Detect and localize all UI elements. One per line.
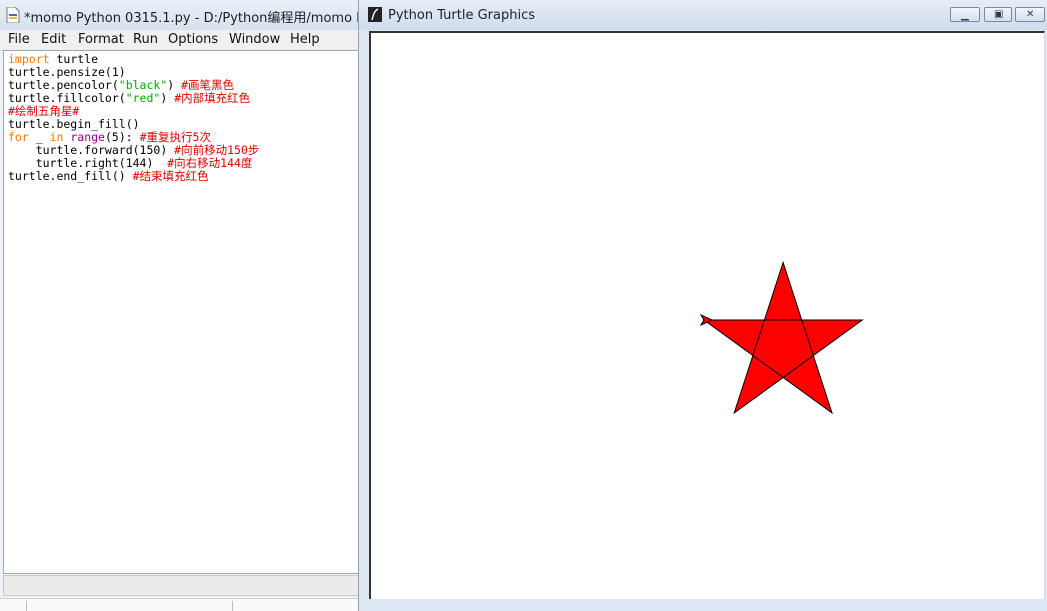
minimize-icon: ▁ — [961, 10, 969, 21]
menu-edit[interactable]: Edit — [41, 32, 66, 47]
code-token: _ — [28, 130, 50, 144]
code-token: "black" — [118, 78, 168, 92]
menu-file[interactable]: File — [8, 32, 30, 47]
code-line: turtle.right(144) #向右移动144度 — [8, 156, 253, 170]
menu-help[interactable]: Help — [290, 32, 320, 47]
turtle-canvas[interactable] — [369, 31, 1045, 599]
red-star — [702, 260, 864, 415]
code-token: turtle.pencolor( — [8, 78, 119, 92]
code-line: turtle.fillcolor("red") #内部填充红色 — [8, 91, 250, 105]
code-token: range — [70, 130, 105, 144]
menu-bar: File Edit Format Run Options Window Help — [0, 30, 360, 51]
code-token: turtle.right(144) — [8, 156, 168, 170]
restore-icon: ▣ — [994, 9, 1004, 20]
status-bar — [3, 575, 359, 596]
code-token: "red" — [125, 91, 161, 105]
feather-icon — [368, 7, 382, 22]
code-token: turtle.end_fill() — [8, 169, 133, 183]
turtle-title-bar[interactable]: Python Turtle Graphics ▁ ▣ ✕ — [359, 0, 1047, 30]
code-token: import — [8, 52, 50, 66]
code-token: (5): — [104, 130, 140, 144]
code-token: #向前移动150步 — [174, 143, 260, 157]
code-line: turtle.begin_fill() — [8, 117, 140, 131]
menu-options[interactable]: Options — [168, 32, 218, 47]
code-token: #结束填充红色 — [132, 169, 209, 183]
turtle-graphics-window: Python Turtle Graphics ▁ ▣ ✕ — [358, 0, 1047, 611]
code-text[interactable]: import turtle turtle.pensize(1) turtle.p… — [8, 53, 259, 183]
code-line: turtle.end_fill() #结束填充红色 — [8, 169, 209, 183]
divider — [26, 601, 27, 611]
code-token: in — [49, 130, 64, 144]
code-line: import turtle — [8, 52, 98, 66]
code-token: turtle.forward(150) — [8, 143, 175, 157]
code-token: #画笔黑色 — [181, 78, 235, 92]
menu-format[interactable]: Format — [78, 32, 124, 47]
minimize-button[interactable]: ▁ — [950, 7, 980, 22]
code-line: turtle.forward(150) #向前移动150步 — [8, 143, 260, 157]
turtle-window-title: Python Turtle Graphics — [388, 8, 535, 23]
code-line: turtle.pencolor("black") #画笔黑色 — [8, 78, 234, 92]
menu-run[interactable]: Run — [133, 32, 158, 47]
code-token: #绘制五角星# — [8, 104, 80, 118]
maximize-button[interactable]: ▣ — [984, 7, 1012, 22]
code-editor[interactable]: import turtle turtle.pensize(1) turtle.p… — [3, 50, 359, 574]
code-line: #绘制五角星# — [8, 104, 79, 118]
close-button[interactable]: ✕ — [1015, 7, 1045, 22]
code-token: #内部填充红色 — [174, 91, 251, 105]
code-token: turtle.pensize(1) — [8, 65, 126, 79]
python-file-icon — [6, 7, 20, 23]
divider — [232, 601, 233, 611]
idle-title-bar[interactable]: *momo Python 0315.1.py - D:/Python编程用/mo… — [0, 0, 360, 31]
idle-editor-window: *momo Python 0315.1.py - D:/Python编程用/mo… — [0, 0, 360, 611]
close-icon: ✕ — [1026, 9, 1035, 20]
code-token: turtle.begin_fill() — [8, 117, 140, 131]
code-token: ) — [160, 91, 175, 105]
canvas-drawing — [699, 260, 864, 415]
code-line: turtle.pensize(1) — [8, 65, 126, 79]
code-token: #向右移动144度 — [167, 156, 253, 170]
code-line: for _ in range(5): #重复执行5次 — [8, 130, 211, 144]
code-token: ) — [167, 78, 182, 92]
code-token: turtle — [49, 52, 99, 66]
menu-window[interactable]: Window — [229, 32, 280, 47]
idle-window-title: *momo Python 0315.1.py - D:/Python编程用/mo… — [24, 11, 360, 26]
code-token: for — [8, 130, 29, 144]
taskbar-strip — [0, 598, 360, 611]
code-token: turtle.fillcolor( — [8, 91, 126, 105]
code-token: #重复执行5次 — [139, 130, 211, 144]
